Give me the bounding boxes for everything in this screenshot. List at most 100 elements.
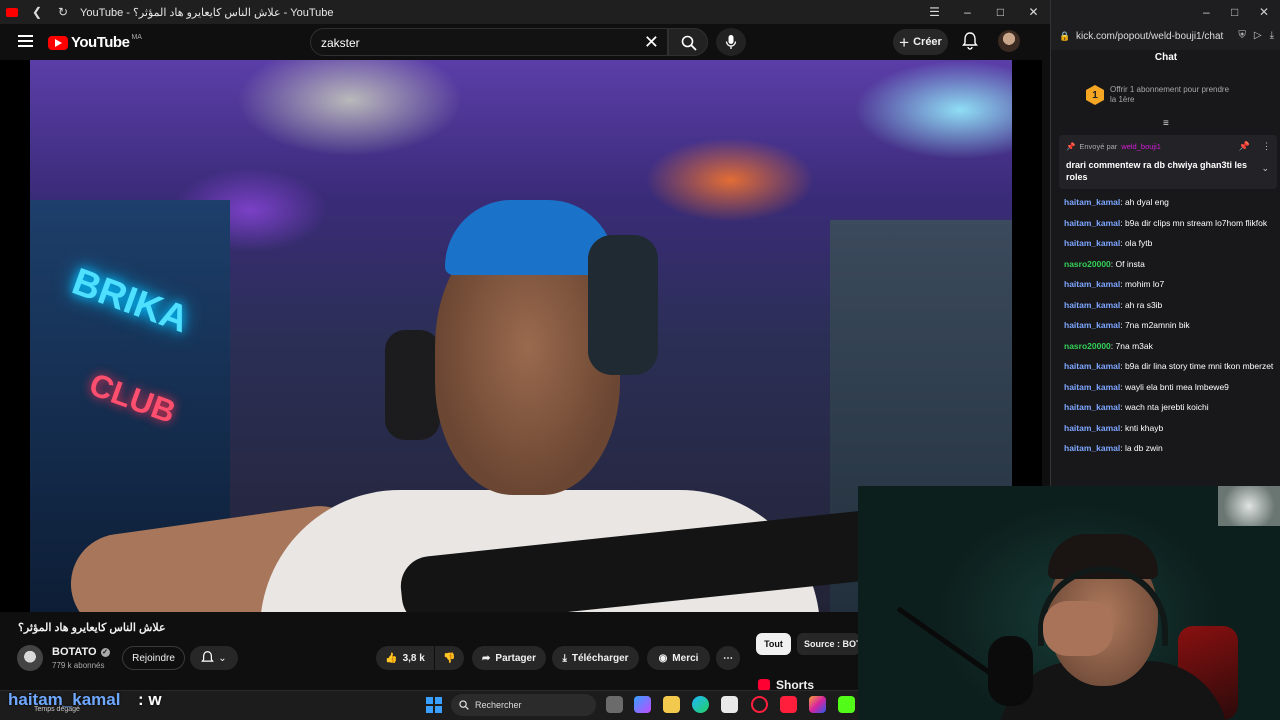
chat-username[interactable]: haitam_kamal <box>1064 443 1120 453</box>
youtube-favicon-icon <box>6 7 18 17</box>
chat-text: : 7na m2amnin bik <box>1120 320 1190 330</box>
pinned-sender[interactable]: weld_bouji1 <box>1121 142 1161 151</box>
menu-icon[interactable]: ☰ <box>918 0 951 24</box>
account-avatar[interactable] <box>998 30 1020 52</box>
chat-message: haitam_kamal: b9a dir clips mn stream lo… <box>1064 217 1274 231</box>
youtube-logo[interactable]: YouTube MA <box>48 34 142 51</box>
copilot-icon[interactable] <box>634 696 651 713</box>
task-view-icon[interactable] <box>606 696 623 713</box>
unpin-icon[interactable]: 📌 <box>1239 141 1250 152</box>
shield-icon[interactable]: ⛨ <box>1238 30 1246 41</box>
more-actions-button[interactable]: ⋯ <box>716 646 740 670</box>
pinned-more-icon[interactable]: ⋮ <box>1262 141 1271 152</box>
clear-search-icon[interactable]: ✕ <box>644 32 659 53</box>
store-icon[interactable] <box>721 696 738 713</box>
youtube-play-icon <box>48 35 68 50</box>
gift-sub-offer[interactable]: 1 Offrir 1 abonnement pour prendre la 1è… <box>1086 85 1235 105</box>
plus-icon: + <box>899 32 910 52</box>
chat-username[interactable]: nasro20000 <box>1064 341 1111 351</box>
kick-address-bar[interactable]: 🔒 kick.com/popout/weld-bouji1/chat ⛨ ▷ ⤓ <box>1051 24 1280 50</box>
notifications-bell-icon[interactable] <box>962 32 978 50</box>
chat-username[interactable]: haitam_kamal <box>1064 402 1120 412</box>
search-query[interactable]: zakster <box>321 36 360 50</box>
kick-url[interactable]: kick.com/popout/weld-bouji1/chat <box>1076 31 1223 42</box>
more-icon: ⋯ <box>723 652 733 664</box>
chat-username[interactable]: haitam_kamal <box>1064 218 1120 228</box>
search-button[interactable] <box>668 28 708 56</box>
subscription-bell-button[interactable]: ⌄ <box>190 646 238 670</box>
chat-username[interactable]: haitam_kamal <box>1064 382 1120 392</box>
chat-username[interactable]: haitam_kamal <box>1064 320 1120 330</box>
microphone-icon <box>725 35 737 49</box>
chat-message: haitam_kamal: ah ra s3ib <box>1064 299 1274 313</box>
chat-username[interactable]: haitam_kamal <box>1064 423 1120 433</box>
sub-badge-icon: 1 <box>1086 85 1104 105</box>
opera-icon[interactable] <box>751 696 768 713</box>
chat-text: : knti khayb <box>1120 422 1164 433</box>
mic-arm <box>896 606 998 680</box>
kick-app-icon[interactable] <box>838 696 855 713</box>
dislike-button[interactable]: 👎 <box>435 646 464 670</box>
share-icon: ➦ <box>482 652 491 664</box>
kick-minimize-icon[interactable]: – <box>1203 5 1210 19</box>
chip-source[interactable]: Source : BOTATO <box>797 633 860 655</box>
download-icon: ⤓ <box>562 652 567 664</box>
chat-title: Chat <box>1154 52 1178 63</box>
pinned-message: 📌 Envoyé par weld_bouji1 📌 ⋮ drari comme… <box>1059 135 1277 189</box>
region-code: MA <box>131 34 142 41</box>
create-label: Créer <box>913 36 942 48</box>
video-title: علاش الناس كايعايرو هاد المؤثر؟ <box>18 622 166 634</box>
chat-message: haitam_kamal: la db zwin <box>1064 442 1274 456</box>
facecam-microphone <box>988 636 1033 706</box>
like-button[interactable]: 👍 3,8 k <box>376 646 434 670</box>
channel-name-text[interactable]: BOTATO <box>52 646 97 658</box>
play-icon[interactable]: ▷ <box>1254 30 1262 41</box>
youtube-header: YouTube MA zakster ✕ + Créer <box>0 24 1050 60</box>
taskbar-search[interactable]: Rechercher <box>451 694 596 716</box>
chat-username[interactable]: haitam_kamal <box>1064 279 1120 289</box>
edge-icon[interactable] <box>692 696 709 713</box>
minimize-icon[interactable]: – <box>951 0 984 24</box>
facecam-light <box>1218 486 1280 526</box>
voice-search-button[interactable] <box>716 28 746 56</box>
kick-close-icon[interactable]: ✕ <box>1259 5 1269 19</box>
back-icon[interactable]: ❮ <box>24 0 50 24</box>
super-thanks-icon: ◉ <box>658 652 668 664</box>
chat-text: : wach nta jerebti koichi <box>1120 402 1209 412</box>
taskbar-search-icon <box>459 700 469 710</box>
chat-username[interactable]: nasro20000 <box>1064 259 1111 269</box>
maximize-icon[interactable]: □ <box>984 0 1017 24</box>
file-explorer-icon[interactable] <box>663 696 680 713</box>
chat-filter-icon[interactable]: ≡ <box>1163 118 1169 129</box>
chip-all[interactable]: Tout <box>756 633 791 655</box>
youtube-app-icon[interactable] <box>780 696 797 713</box>
share-button[interactable]: ➦ Partager <box>472 646 546 670</box>
chat-username[interactable]: haitam_kamal <box>1064 238 1120 248</box>
join-button[interactable]: Rejoindre <box>122 646 185 670</box>
chat-message: haitam_kamal: mohim lo7 <box>1064 278 1274 292</box>
create-button[interactable]: + Créer <box>893 29 948 55</box>
chat-username[interactable]: haitam_kamal <box>1064 197 1120 207</box>
kick-restore-icon[interactable]: □ <box>1231 5 1238 19</box>
download-button[interactable]: ⤓ Télécharger <box>552 646 639 670</box>
thanks-button[interactable]: ◉ Merci <box>647 646 710 670</box>
download-tray-icon[interactable]: ⤓ <box>1270 30 1274 41</box>
chat-username[interactable]: haitam_kamal <box>1064 300 1120 310</box>
channel-name[interactable]: BOTATO ✓ <box>52 646 110 658</box>
chat-message: haitam_kamal: ah dyal eng <box>1064 196 1274 210</box>
chat-message: haitam_kamal: ola fytb <box>1064 237 1274 251</box>
thumbs-up-icon: 👍 <box>385 652 398 664</box>
windows-start-icon[interactable] <box>426 697 442 713</box>
channel-avatar[interactable] <box>17 645 43 671</box>
reload-icon[interactable]: ↻ <box>50 0 76 24</box>
instagram-icon[interactable] <box>809 696 826 713</box>
search-input[interactable]: zakster ✕ <box>310 28 668 56</box>
close-icon[interactable]: ✕ <box>1017 0 1050 24</box>
chat-text: : Of insta <box>1110 258 1145 269</box>
chat-text: : ah dyal eng <box>1120 197 1169 207</box>
gift-sub-text: Offrir 1 abonnement pour prendre la 1ère <box>1110 85 1230 104</box>
chat-username[interactable]: haitam_kamal <box>1064 361 1120 371</box>
guide-menu-icon[interactable] <box>18 35 33 47</box>
expand-chevron-icon[interactable]: ⌄ <box>1261 163 1269 174</box>
like-count: 3,8 k <box>402 652 425 664</box>
